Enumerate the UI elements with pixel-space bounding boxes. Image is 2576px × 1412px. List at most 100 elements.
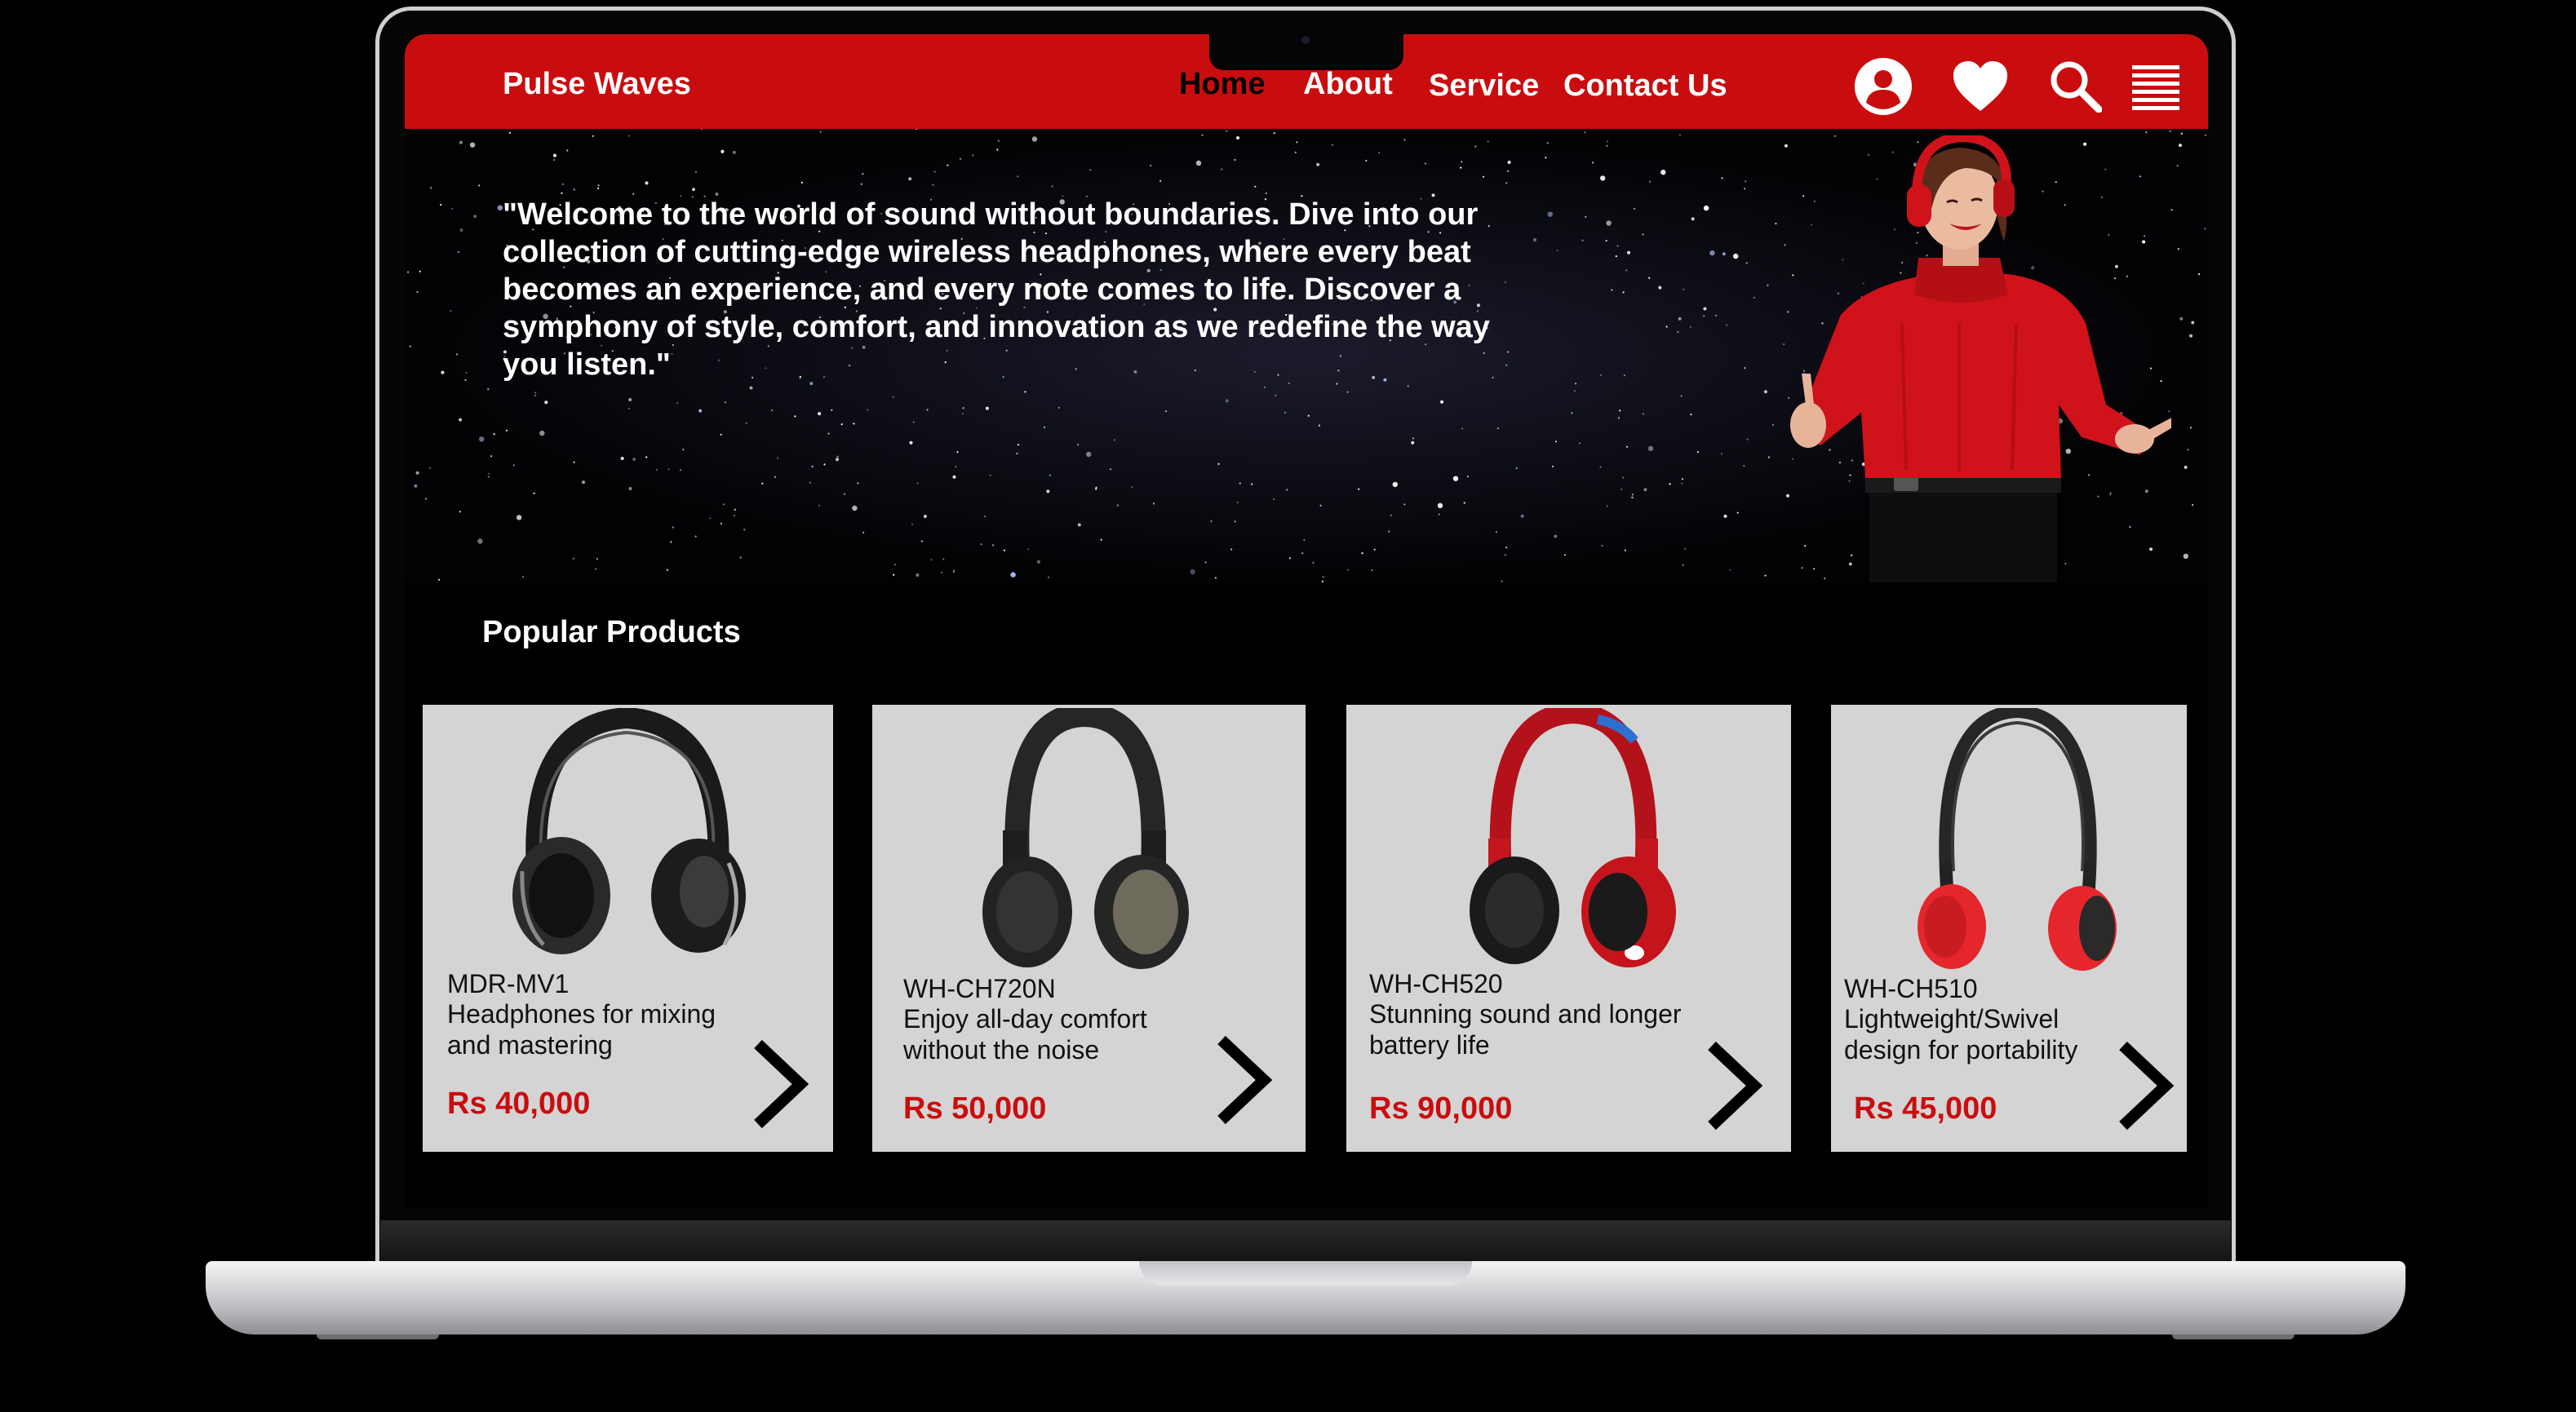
star-dot bbox=[679, 469, 682, 471]
star-dot bbox=[1057, 406, 1060, 409]
star-dot bbox=[1515, 467, 1518, 470]
star-dot bbox=[972, 154, 974, 157]
star-dot bbox=[438, 578, 441, 581]
star-dot bbox=[1617, 417, 1621, 419]
star-dot bbox=[1574, 383, 1577, 385]
product-card[interactable]: WH-CH510 Lightweight/Swivel design for p… bbox=[1831, 705, 2187, 1152]
star-dot bbox=[1665, 325, 1668, 328]
star-dot bbox=[1251, 483, 1253, 485]
star-dot bbox=[490, 455, 493, 458]
chevron-right-icon[interactable] bbox=[1705, 1041, 1762, 1131]
star-dot bbox=[722, 503, 725, 506]
star-dot bbox=[597, 187, 600, 189]
hero-text-line: symphony of style, comfort, and innovati… bbox=[503, 310, 1490, 344]
star-dot bbox=[852, 505, 858, 511]
product-price: Rs 40,000 bbox=[447, 1087, 591, 1121]
section-title: Popular Products bbox=[482, 615, 741, 649]
product-card[interactable]: WH-CH720N Enjoy all-day comfort without … bbox=[872, 705, 1306, 1152]
product-card[interactable]: WH-CH520 Stunning sound and longer batte… bbox=[1346, 705, 1791, 1152]
star-dot bbox=[1703, 315, 1705, 317]
star-dot bbox=[534, 392, 537, 394]
star-dot bbox=[1581, 239, 1584, 241]
star-dot bbox=[1745, 262, 1748, 264]
star-dot bbox=[459, 228, 463, 232]
headphones-image bbox=[1918, 708, 2117, 971]
star-dot bbox=[1095, 488, 1097, 490]
star-dot bbox=[561, 183, 564, 185]
menu-icon[interactable] bbox=[2132, 65, 2179, 117]
star-dot bbox=[1726, 324, 1728, 326]
star-dot bbox=[1316, 162, 1320, 166]
star-dot bbox=[450, 310, 452, 312]
headphones-image bbox=[982, 708, 1189, 969]
star-dot bbox=[860, 183, 862, 185]
star-dot bbox=[908, 177, 912, 181]
star-dot bbox=[1466, 476, 1469, 478]
star-dot bbox=[1607, 140, 1609, 143]
nav-service-link[interactable]: Service bbox=[1429, 69, 1539, 104]
star-dot bbox=[2169, 130, 2171, 132]
star-dot bbox=[942, 558, 945, 560]
browser-viewport: Pulse Waves Home About Service Contact U… bbox=[405, 34, 2208, 1209]
star-dot bbox=[989, 474, 991, 476]
star-dot bbox=[1390, 514, 1392, 516]
star-dot bbox=[1615, 255, 1617, 258]
star-dot bbox=[1621, 488, 1623, 490]
chevron-right-icon[interactable] bbox=[1215, 1035, 1272, 1125]
nav-about-link[interactable]: About bbox=[1303, 67, 1393, 102]
star-dot bbox=[682, 449, 685, 451]
star-dot bbox=[892, 396, 894, 398]
star-dot bbox=[1743, 464, 1745, 467]
star-dot bbox=[1322, 576, 1324, 578]
star-dot bbox=[843, 493, 846, 495]
nav-home-link[interactable]: Home bbox=[1179, 67, 1266, 102]
star-dot bbox=[992, 544, 995, 547]
star-dot bbox=[1437, 502, 1443, 508]
star-dot bbox=[1275, 394, 1277, 396]
heart-icon[interactable] bbox=[1952, 60, 2009, 117]
star-dot bbox=[505, 429, 508, 432]
star-dot bbox=[667, 468, 670, 471]
star-dot bbox=[1722, 252, 1726, 256]
star-dot bbox=[620, 457, 624, 460]
star-dot bbox=[1634, 207, 1636, 210]
star-dot bbox=[1563, 554, 1567, 556]
star-dot bbox=[1746, 438, 1749, 440]
star-dot bbox=[862, 173, 864, 175]
star-dot bbox=[1606, 220, 1612, 226]
star-dot bbox=[1109, 468, 1112, 471]
star-dot bbox=[1684, 547, 1687, 551]
search-icon[interactable] bbox=[2048, 59, 2103, 117]
star-dot bbox=[694, 170, 697, 173]
star-dot bbox=[1265, 192, 1267, 195]
user-circle-icon[interactable] bbox=[1854, 57, 1913, 120]
star-dot bbox=[956, 451, 959, 454]
star-dot bbox=[1296, 141, 1298, 144]
hero-text-line: collection of cutting-edge wireless head… bbox=[503, 235, 1471, 269]
nav-contact-link[interactable]: Contact Us bbox=[1563, 69, 1727, 104]
star-dot bbox=[628, 487, 632, 490]
star-dot bbox=[534, 394, 536, 397]
star-dot bbox=[743, 529, 746, 531]
star-dot bbox=[1010, 572, 1016, 578]
brand-logo[interactable]: Pulse Waves bbox=[503, 67, 691, 102]
chevron-right-icon[interactable] bbox=[752, 1039, 809, 1129]
product-description: Lightweight/Swivel design for portabilit… bbox=[1844, 1003, 2077, 1065]
star-dot bbox=[1016, 452, 1018, 455]
star-dot bbox=[857, 482, 859, 485]
star-dot bbox=[1301, 552, 1304, 555]
star-dot bbox=[926, 409, 929, 411]
product-description: Enjoy all-day comfort without the noise bbox=[903, 1003, 1147, 1065]
star-dot bbox=[1226, 130, 1228, 132]
chevron-right-icon[interactable] bbox=[2117, 1041, 2174, 1131]
star-dot bbox=[1388, 530, 1390, 533]
star-dot bbox=[862, 531, 865, 533]
star-dot bbox=[1159, 179, 1162, 182]
star-dot bbox=[1616, 245, 1619, 247]
product-price: Rs 50,000 bbox=[903, 1091, 1047, 1126]
star-dot bbox=[771, 409, 774, 411]
product-card[interactable]: MDR-MV1 Headphones for mixing and master… bbox=[423, 705, 833, 1152]
star-dot bbox=[1312, 561, 1315, 564]
laptop-opening-notch bbox=[1139, 1261, 1472, 1286]
star-dot bbox=[592, 135, 594, 137]
